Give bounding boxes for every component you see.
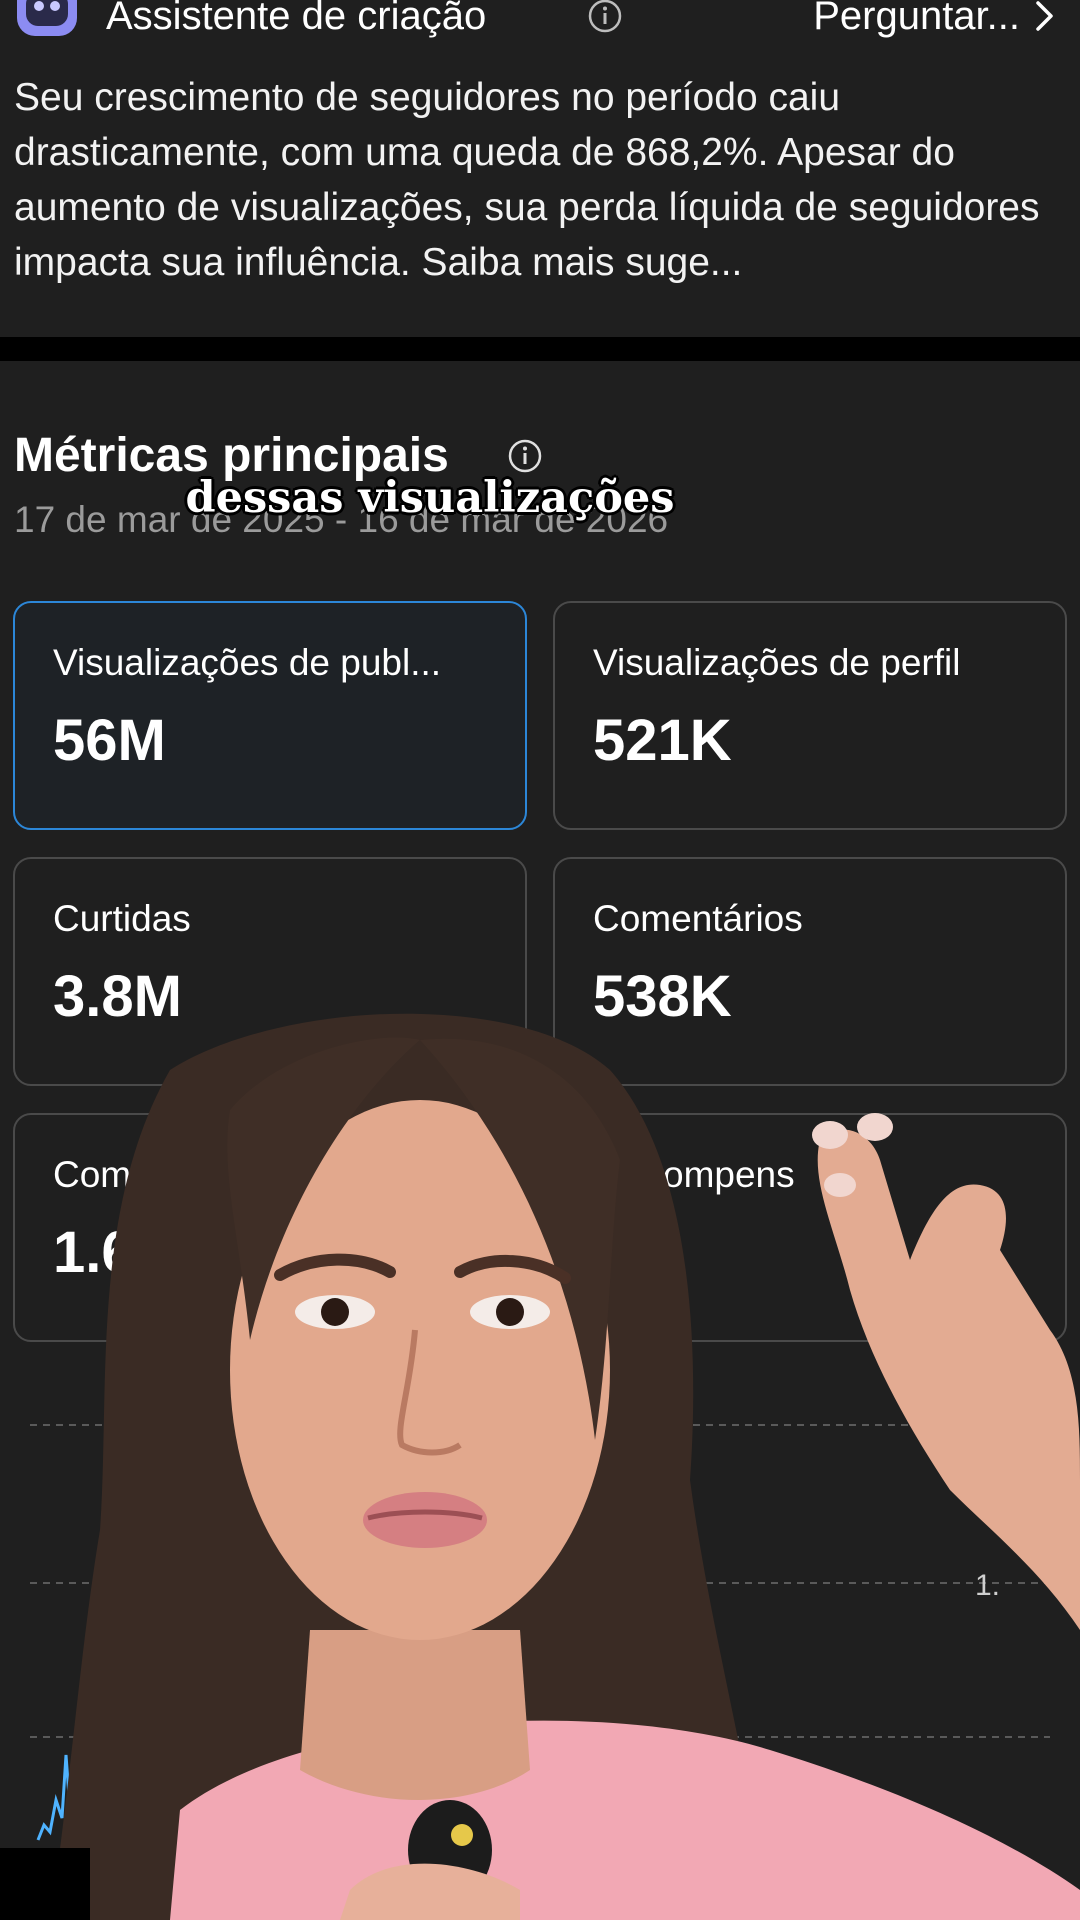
- ask-assistant-link[interactable]: Perguntar...: [813, 0, 1056, 40]
- metric-label: Comentários: [593, 898, 803, 939]
- assistant-insight-text[interactable]: Seu crescimento de seguidores no período…: [14, 70, 1054, 290]
- bottom-bar: [0, 1848, 90, 1920]
- metric-card-post-views[interactable]: Visualizações de publ... 56M: [13, 601, 527, 830]
- section-divider: [0, 337, 1080, 361]
- presenter-video-overlay: [50, 1013, 1080, 1920]
- metric-label: Curtidas: [53, 898, 191, 939]
- metric-value: 56M: [53, 708, 166, 773]
- ask-label: Perguntar...: [813, 0, 1020, 38]
- assistant-title: Assistente de criação: [106, 0, 486, 40]
- metric-label: Visualizações de perfil: [593, 642, 961, 683]
- assistant-header: Assistente de criação Perguntar...: [0, 0, 1080, 40]
- metric-card-profile-views[interactable]: Visualizações de perfil 521K: [553, 601, 1067, 830]
- chevron-right-icon: [1036, 1, 1053, 31]
- assistant-title-text: Assistente de criação: [106, 0, 487, 38]
- metrics-info-icon[interactable]: [508, 439, 542, 473]
- metric-label: Visualizações de publ...: [53, 642, 442, 683]
- info-icon[interactable]: [588, 0, 622, 33]
- metric-value: 521K: [593, 708, 732, 773]
- creation-assistant-icon: [17, 0, 77, 36]
- video-caption: dessas visualizações: [185, 473, 675, 523]
